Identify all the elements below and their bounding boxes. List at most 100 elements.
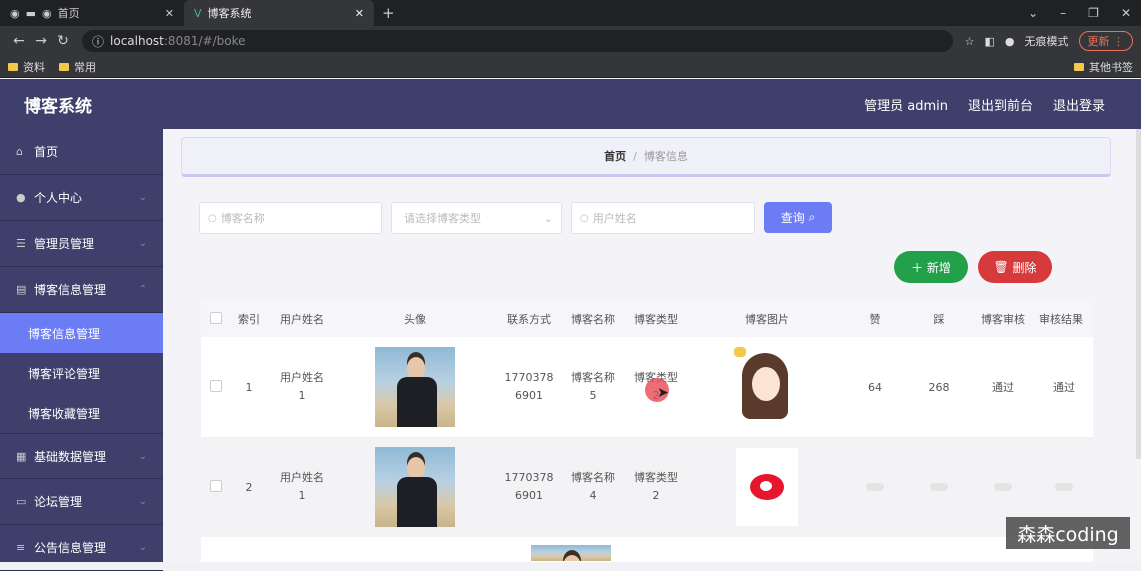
table-header: 索引 用户姓名 头像 联系方式 博客名称 博客类型 博客图片 赞 踩 博客审核 …	[201, 301, 1093, 337]
bookmark-folder[interactable]: 资料	[8, 59, 45, 75]
back-to-front-link[interactable]: 退出到前台	[968, 95, 1033, 114]
column-header: 博客审核	[981, 313, 1025, 326]
url-host: localhost	[110, 34, 164, 48]
chevron-down-icon: ⌄	[138, 496, 147, 507]
back-icon[interactable]: ←	[8, 33, 30, 49]
avatar	[375, 447, 455, 527]
update-button[interactable]: 更新 ⋮	[1078, 31, 1133, 51]
info-icon: ⓘ	[92, 34, 105, 49]
column-header: 联系方式	[507, 313, 551, 326]
settings-icon: ☰	[16, 237, 26, 250]
sidebar-subitem-blog-comments[interactable]: 博客评论管理	[0, 353, 163, 393]
sidebar-subitem-blog-favorites[interactable]: 博客收藏管理	[0, 393, 163, 433]
forward-icon[interactable]: →	[30, 33, 52, 49]
cell-blog-name: 博客名称 5	[571, 371, 615, 402]
query-button[interactable]: 查询 ⌕	[764, 202, 832, 233]
select-all-checkbox[interactable]	[210, 311, 222, 324]
app-header: 博客系统 管理员 admin 退出到前台 退出登录	[0, 79, 1141, 129]
blog-table: 索引 用户姓名 头像 联系方式 博客名称 博客类型 博客图片 赞 踩 博客审核 …	[201, 301, 1093, 562]
incognito-label: 无痕模式	[1024, 35, 1069, 48]
list-icon: ≡	[16, 541, 26, 554]
browser-tab-home[interactable]: ◉ ▬ ◉ 首页 ✕	[0, 0, 184, 26]
browser-tab-blog[interactable]: V 博客系统 ✕	[184, 0, 374, 26]
cell-user: 用户姓名 1	[280, 471, 324, 502]
column-header: 博客图片	[745, 313, 789, 326]
delete-button[interactable]: 🗑 删除	[978, 251, 1052, 283]
new-tab-icon[interactable]: +	[382, 4, 395, 22]
sidebar-item-admin[interactable]: ☰ 管理员管理 ⌄	[0, 221, 163, 267]
plus-icon: ＋	[911, 260, 924, 275]
close-window-icon[interactable]: ✕	[1121, 6, 1131, 20]
breadcrumb: 首页 / 博客信息	[181, 137, 1111, 177]
cell-index: 1	[245, 380, 253, 394]
table-row[interactable]: 2 用户姓名 1 1770378 6901 博客名称 4 博客类型 2	[201, 437, 1093, 537]
tab-title: 博客系统	[207, 7, 252, 20]
folder-icon	[59, 62, 69, 71]
blog-name-search-input[interactable]: ○ 博客名称	[199, 202, 382, 234]
trash-icon: 🗑	[993, 260, 1009, 274]
cell-dislikes: 268	[928, 380, 950, 394]
chevron-down-icon[interactable]: ⌄	[1028, 6, 1038, 20]
row-checkbox[interactable]	[210, 379, 222, 392]
table-row[interactable]	[201, 537, 1093, 562]
blog-image	[732, 347, 802, 427]
sidebar-item-basic-data[interactable]: ▦ 基础数据管理 ⌄	[0, 433, 163, 479]
chat-icon: ▭	[16, 495, 27, 508]
search-icon: ○	[580, 212, 589, 224]
url-path: :8081/#/boke	[163, 34, 246, 48]
cell-avatar	[337, 447, 493, 527]
cell-avatar	[337, 347, 493, 427]
cell-blog-name: 博客名称 4	[571, 471, 615, 502]
globe-icon: ◉	[42, 6, 52, 20]
sidepanel-icon[interactable]: ◧	[984, 35, 994, 48]
cell-dislikes	[907, 481, 971, 494]
cell-blog-image	[691, 347, 843, 427]
bookmark-folder[interactable]: 常用	[59, 59, 96, 75]
add-button[interactable]: ＋ 新增	[894, 251, 968, 283]
sidebar-item-home[interactable]: ⌂ 首页	[0, 129, 163, 175]
scrollbar[interactable]	[1136, 129, 1141, 459]
weibo-logo-icon	[736, 448, 798, 526]
column-header: 博客名称	[571, 313, 615, 326]
admin-user-label: 管理员 admin	[864, 98, 948, 114]
tab-title: 首页	[57, 7, 80, 20]
column-header: 踩	[933, 313, 945, 326]
watermark: 森森coding	[1006, 517, 1130, 549]
chevron-up-icon: ⌃	[138, 284, 147, 295]
row-checkbox[interactable]	[210, 479, 222, 492]
url-field[interactable]: ⓘ localhost:8081/#/boke	[82, 30, 953, 52]
star-icon[interactable]: ☆	[965, 35, 975, 48]
sidebar-subitem-blog-info[interactable]: 博客信息管理	[0, 313, 163, 353]
browser-tab-strip: ◉ ▬ ◉ 首页 ✕ V 博客系统 ✕ + ⌄ – ❐ ✕	[0, 0, 1141, 26]
cell-audit	[971, 481, 1035, 494]
window-controls: ⌄ – ❐ ✕	[1028, 6, 1141, 20]
window-icon: ▬	[25, 6, 37, 20]
cell-likes	[843, 481, 907, 494]
column-header: 用户姓名	[280, 313, 324, 326]
sidebar-item-profile[interactable]: ● 个人中心 ⌄	[0, 175, 163, 221]
sidebar-item-notice[interactable]: ≡ 公告信息管理 ⌄	[0, 525, 163, 571]
close-icon[interactable]: ✕	[165, 7, 174, 20]
restore-icon[interactable]: ❐	[1088, 6, 1099, 20]
sidebar-item-blog[interactable]: ▤ 博客信息管理 ⌃	[0, 267, 163, 313]
reload-icon[interactable]: ↻	[52, 33, 74, 49]
breadcrumb-separator: /	[633, 149, 637, 163]
incognito-icon: ●	[1004, 34, 1015, 48]
mouse-pointer-icon: ➤	[657, 385, 669, 401]
user-name-search-input[interactable]: ○ 用户姓名	[571, 202, 755, 234]
chevron-down-icon: ⌄	[138, 450, 147, 462]
sidebar: ⌂ 首页 ● 个人中心 ⌄ ☰ 管理员管理 ⌄ ▤ 博客信息管理 ⌃ 博客信息管理 博客评论管…	[0, 129, 163, 571]
folder-icon	[1074, 62, 1084, 71]
column-header: 赞	[869, 313, 881, 326]
breadcrumb-home[interactable]: 首页	[604, 148, 626, 164]
bookmark-other[interactable]: 其他书签	[1074, 59, 1133, 75]
sidebar-item-forum[interactable]: ▭ 论坛管理 ⌄	[0, 479, 163, 525]
main-content: 首页 / 博客信息 ○ 博客名称 请选择博客类型 ⌄ ○ 用户姓名 查询 ⌕ ＋ 新增…	[163, 129, 1141, 562]
avatar	[531, 545, 611, 561]
logout-link[interactable]: 退出登录	[1053, 95, 1105, 114]
column-header: 头像	[404, 313, 426, 326]
close-icon[interactable]: ✕	[355, 7, 364, 20]
minimize-icon[interactable]: –	[1060, 6, 1066, 20]
blog-type-select[interactable]: 请选择博客类型 ⌄	[391, 202, 562, 234]
avatar	[375, 347, 455, 427]
